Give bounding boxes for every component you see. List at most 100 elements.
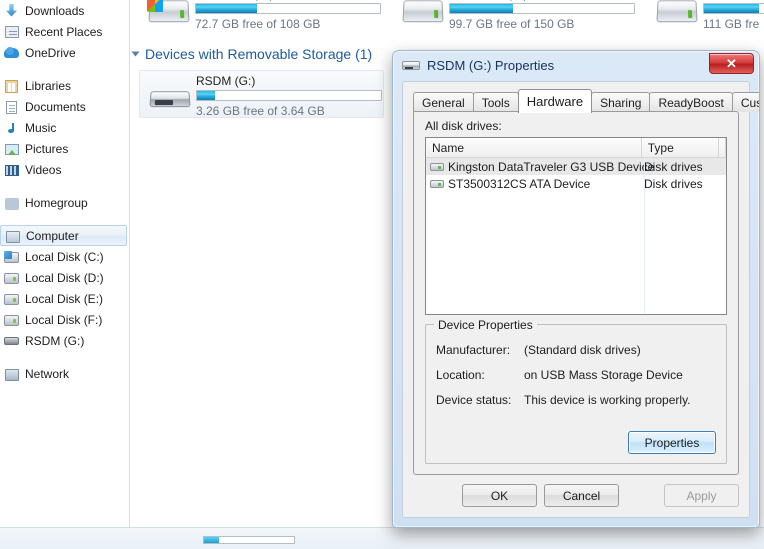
download-icon	[4, 3, 20, 19]
sidebar-item-local-disk-d[interactable]: Local Disk (D:)	[0, 267, 129, 288]
sidebar-item-label: Downloads	[25, 3, 85, 18]
tab-readyboost[interactable]: ReadyBoost	[649, 92, 733, 112]
drive-usage-bar	[196, 90, 382, 101]
apply-button: Apply	[664, 484, 739, 507]
drive-name: Local Disk (C:)	[195, 0, 274, 1]
recent-places-icon	[4, 24, 20, 40]
property-key: Location:	[436, 368, 485, 382]
disk-drive-name: Kingston DataTraveler G3 USB Device	[448, 159, 655, 174]
sidebar-item-libraries[interactable]: Libraries	[0, 75, 129, 96]
sidebar-item-label: Music	[25, 120, 57, 135]
cancel-button[interactable]: Cancel	[544, 484, 619, 507]
drive-name: Local Disk (D:)	[449, 0, 528, 1]
property-value: on USB Mass Storage Device	[524, 368, 683, 382]
device-properties-button[interactable]: Properties	[628, 431, 716, 454]
drive-name: Local Disk (E:)	[703, 0, 764, 1]
sidebar-item-network[interactable]: Network	[0, 363, 129, 384]
nav-spacer	[0, 213, 129, 225]
table-row[interactable]: ST3500312CS ATA Device Disk drives	[426, 175, 726, 192]
drive-tile[interactable]: Local Disk (E:) 111 GB fre	[647, 0, 764, 32]
property-key: Device status:	[436, 393, 512, 407]
sidebar-item-local-disk-c[interactable]: Local Disk (C:)	[0, 246, 129, 267]
disk-drive-name: ST3500312CS ATA Device	[448, 176, 591, 191]
sidebar-item-music[interactable]: Music	[0, 117, 129, 138]
sidebar-item-local-disk-e[interactable]: Local Disk (E:)	[0, 288, 129, 309]
pictures-icon	[4, 141, 20, 157]
navigation-pane[interactable]: Downloads Recent Places OneDrive Libraries D…	[0, 0, 130, 527]
documents-icon	[4, 99, 20, 115]
close-icon[interactable]: ✕	[709, 53, 754, 74]
sidebar-item-label: Computer	[26, 228, 79, 243]
drive-name: RSDM (G:)	[196, 74, 256, 88]
column-header-name[interactable]: Name	[426, 138, 642, 157]
sidebar-item-rsdm-g[interactable]: RSDM (G:)	[0, 330, 129, 351]
drive-free-space: 99.7 GB free of 150 GB	[449, 17, 575, 31]
sidebar-item-label: Network	[25, 366, 70, 381]
sidebar-item-onedrive[interactable]: OneDrive	[0, 42, 129, 63]
homegroup-icon	[4, 195, 20, 211]
sidebar-item-label: Local Disk (C:)	[25, 249, 104, 264]
sidebar-item-label: Local Disk (E:)	[25, 291, 104, 306]
hard-drive-icon	[4, 270, 20, 286]
sidebar-item-downloads[interactable]: Downloads	[0, 0, 129, 21]
listview-rows: Kingston DataTraveler G3 USB Device Disk …	[426, 158, 726, 192]
sidebar-item-label: Videos	[25, 162, 62, 177]
disk-drive-type-cell: Disk drives	[644, 159, 703, 174]
disk-drives-listview[interactable]: Name Type Kingston DataTraveler G3 USB D…	[425, 137, 727, 315]
network-icon	[4, 366, 20, 382]
sidebar-item-homegroup[interactable]: Homegroup	[0, 192, 129, 213]
properties-dialog: RSDM (G:) Properties ✕ General Tools Hardw…	[392, 50, 760, 528]
sidebar-item-label: Homegroup	[25, 195, 88, 210]
sidebar-item-pictures[interactable]: Pictures	[0, 138, 129, 159]
tab-strip[interactable]: GeneralToolsHardwareSharingReadyBoostCus…	[413, 89, 759, 113]
sidebar-item-recent-places[interactable]: Recent Places	[0, 21, 129, 42]
column-header-type[interactable]: Type	[641, 138, 719, 157]
column-header-spacer	[719, 138, 726, 157]
drive-usage-bar	[195, 3, 381, 14]
tab-customize[interactable]: Customize	[731, 92, 759, 112]
nav-spacer	[0, 351, 129, 363]
disk-drive-icon	[430, 162, 444, 171]
disk-drive-name-cell: ST3500312CS ATA Device	[426, 177, 644, 191]
dialog-title-bar[interactable]: RSDM (G:) Properties ✕	[393, 51, 759, 79]
tab-general[interactable]: General	[413, 92, 474, 112]
ok-button[interactable]: OK	[462, 484, 537, 507]
dialog-footer: OK Cancel Apply	[403, 477, 749, 517]
sidebar-item-label: Pictures	[25, 141, 69, 156]
sidebar-item-label: OneDrive	[25, 45, 76, 60]
usb-drive-icon	[402, 60, 420, 70]
device-properties-groupbox: Device Properties Manufacturer: (Standar…	[425, 318, 727, 464]
sidebar-item-label: Libraries	[25, 78, 72, 93]
column-divider	[644, 158, 645, 314]
tab-hardware[interactable]: Hardware	[517, 89, 593, 113]
group-header-removable-storage[interactable]: Devices with Removable Storage (1)	[131, 46, 372, 62]
music-icon	[4, 120, 20, 136]
sidebar-item-documents[interactable]: Documents	[0, 96, 129, 117]
libraries-icon	[4, 78, 20, 94]
drive-usage-bar	[703, 3, 764, 14]
drive-free-space: 72.7 GB free of 108 GB	[195, 17, 321, 31]
system-drive-icon	[4, 249, 20, 265]
details-usage-bar	[203, 536, 295, 544]
drive-tile[interactable]: Local Disk (C:) 72.7 GB free of 108 GB	[139, 0, 384, 32]
computer-icon	[5, 228, 21, 244]
sidebar-item-computer[interactable]: Computer	[0, 225, 127, 246]
system-drive-icon	[147, 0, 191, 26]
dialog-body: GeneralToolsHardwareSharingReadyBoostCus…	[402, 81, 759, 518]
hard-drive-icon	[401, 0, 445, 26]
onedrive-cloud-icon	[4, 45, 20, 61]
tab-tools[interactable]: Tools	[472, 92, 519, 112]
drive-usage-bar	[449, 3, 635, 14]
nav-spacer	[0, 63, 129, 75]
screen: Downloads Recent Places OneDrive Libraries D…	[0, 0, 764, 549]
drive-tile-rsdm[interactable]: RSDM (G:) 3.26 GB free of 3.64 GB	[139, 70, 384, 118]
table-row[interactable]: Kingston DataTraveler G3 USB Device Disk …	[426, 158, 726, 175]
listview-header: Name Type	[426, 138, 726, 158]
tab-sharing[interactable]: Sharing	[591, 92, 651, 112]
sidebar-item-local-disk-f[interactable]: Local Disk (F:)	[0, 309, 129, 330]
usb-drive-icon	[148, 79, 192, 113]
nav-spacer	[0, 180, 129, 192]
drive-tile[interactable]: Local Disk (D:) 99.7 GB free of 150 GB	[393, 0, 638, 32]
property-key: Manufacturer:	[436, 343, 511, 357]
sidebar-item-videos[interactable]: Videos	[0, 159, 129, 180]
